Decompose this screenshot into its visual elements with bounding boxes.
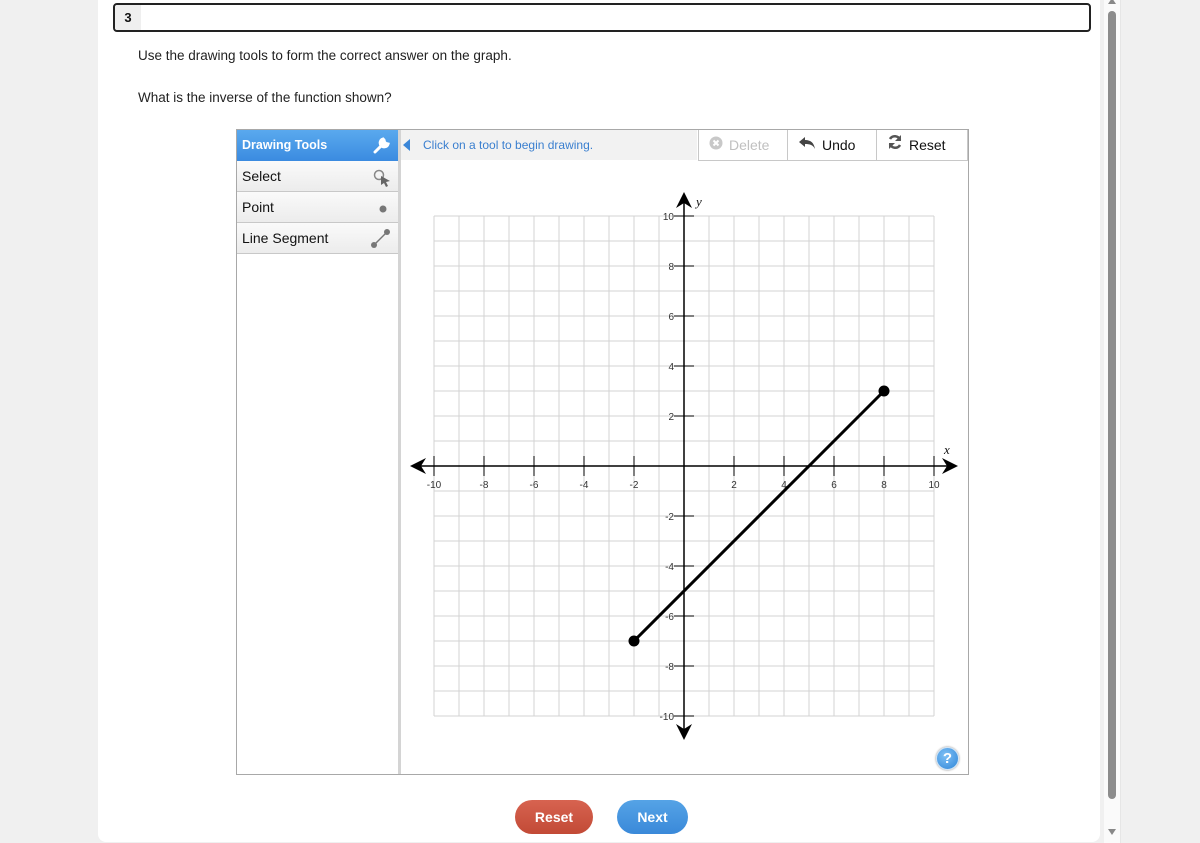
tool-select-label: Select (242, 168, 281, 184)
y-tick-label: -10 (660, 712, 675, 723)
undo-button[interactable]: Undo (788, 130, 877, 161)
delete-button[interactable]: Delete (698, 130, 788, 161)
scroll-down-arrow-icon[interactable] (1108, 829, 1116, 835)
x-tick-label: -8 (480, 480, 489, 491)
next-button[interactable]: Next (617, 800, 688, 834)
instruction-text: Use the drawing tools to form the correc… (138, 48, 512, 63)
collapse-arrow-icon[interactable] (403, 139, 410, 151)
question-prompt: What is the inverse of the function show… (138, 90, 392, 105)
question-number: 3 (115, 5, 141, 30)
y-tick-label: 4 (668, 362, 674, 373)
y-axis-label: y (694, 194, 702, 209)
x-tick-label: -10 (427, 480, 442, 491)
line-segment-icon (370, 229, 392, 259)
x-tick-label: -6 (530, 480, 539, 491)
help-button[interactable]: ? (936, 747, 959, 770)
question-number-bar: 3 (113, 3, 1091, 32)
graph-reset-button[interactable]: Reset (877, 130, 968, 161)
scroll-thumb[interactable] (1108, 11, 1116, 799)
segment-endpoint[interactable] (878, 385, 890, 397)
y-tick-label: 6 (668, 312, 674, 323)
tool-point-label: Point (242, 199, 274, 215)
graph-reset-label: Reset (909, 137, 946, 153)
tool-line-segment[interactable]: Line Segment (237, 223, 398, 254)
message-bar: Click on a tool to begin drawing. (401, 130, 697, 160)
delete-icon (709, 130, 723, 160)
refresh-icon (887, 130, 903, 160)
y-tick-label: -2 (665, 512, 674, 523)
x-axis-label: x (943, 442, 950, 457)
x-tick-label: 2 (731, 480, 737, 491)
y-tick-label: 2 (668, 412, 674, 423)
status-message: Click on a tool to begin drawing. (423, 138, 594, 152)
y-tick-label: -6 (665, 612, 674, 623)
drawing-tools-header: Drawing Tools (237, 130, 398, 161)
x-tick-label: -2 (630, 480, 639, 491)
undo-label: Undo (822, 137, 856, 153)
undo-icon (798, 130, 816, 160)
graph-toolbar: Delete Undo Reset (698, 130, 968, 161)
x-tick-label: 8 (881, 480, 887, 491)
x-tick-label: -4 (580, 480, 589, 491)
y-tick-label: -8 (665, 662, 674, 673)
tool-select[interactable]: Select (237, 161, 398, 192)
tool-line-segment-label: Line Segment (242, 230, 329, 246)
reset-button[interactable]: Reset (515, 800, 593, 834)
vertical-scrollbar[interactable] (1104, 0, 1121, 843)
segment-endpoint[interactable] (628, 635, 640, 647)
graphing-widget: x y -10 -8 -6 -4 -2 2 4 6 8 10 10 8 6 4 2 -2 -4 -6 -8 -10 Dra… (236, 129, 969, 775)
drawing-tools-title: Drawing Tools (242, 138, 328, 152)
y-tick-label: 8 (668, 262, 674, 273)
y-tick-label: -4 (665, 562, 674, 573)
drawing-tools-panel: Drawing Tools Select Point Line Segment (237, 130, 401, 774)
x-tick-label: 10 (928, 480, 940, 491)
x-tick-label: 6 (831, 480, 837, 491)
scroll-up-arrow-icon[interactable] (1108, 0, 1116, 4)
delete-label: Delete (729, 137, 770, 153)
y-tick-label: 10 (663, 212, 675, 223)
tool-point[interactable]: Point (237, 192, 398, 223)
